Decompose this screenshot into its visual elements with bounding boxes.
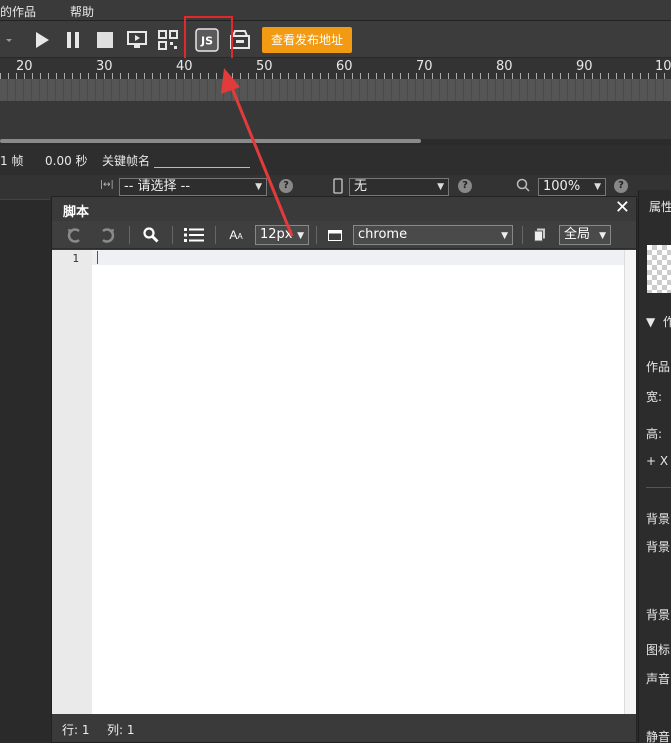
editor-status-bar: 行: 1 列: 1 [52,714,636,742]
element-select[interactable]: -- 请选择 -- ▼ [119,178,267,196]
keyframe-name-label: 关键帧名 [102,154,151,168]
ruler-mark: 50 [256,59,273,74]
panel-divider [646,487,671,488]
element-select-value: -- 请选择 -- [124,179,191,194]
height-label: 高: [646,427,663,441]
toolbar-divider [172,226,173,244]
theme-window-icon [326,225,344,245]
work-label: 作品 [646,360,671,374]
toolbar-divider [316,226,317,244]
copy-icon[interactable] [532,225,548,245]
timeline-ruler: 20 30 40 50 60 70 80 90 10 [0,58,671,79]
preview-monitor-icon[interactable] [126,29,148,51]
font-size-icon: AA [229,228,243,242]
chevron-down-icon: ▼ [501,231,508,241]
expand-x-toggle[interactable]: + X [646,454,668,468]
timeline-horizontal-scrollbar[interactable] [0,139,421,143]
ruler-mark: 30 [96,59,113,74]
dialog-title: 脚本 [63,205,90,220]
section-collapse[interactable]: ▼ 作 [646,313,671,330]
properties-tab[interactable]: 属性 [649,198,671,215]
stage-thumbnail [647,245,671,293]
keyframe-name-input[interactable] [154,167,250,168]
timeline-frames-track[interactable] [0,79,671,101]
chevron-down-icon: ▼ [297,231,304,241]
zoom-search-icon [516,178,530,195]
code-editor[interactable]: 1 [52,250,636,714]
chevron-down-icon: ▼ [599,231,606,241]
theme-value: chrome [358,227,408,242]
main-toolbar: JS 查看发布地址 [0,21,671,58]
search-icon[interactable] [140,225,162,245]
cursor-column: 列: 1 [107,723,135,737]
timeline-status-row: 1 帧 0.00 秒 关键帧名 [0,145,671,175]
toolbar-divider [129,226,130,244]
zoom-select[interactable]: 100% ▼ [538,178,606,196]
chevron-down-icon: ▼ [594,182,601,192]
dialog-titlebar[interactable]: 脚本 ✕ [52,197,636,221]
ruler-mark: 70 [416,59,433,74]
font-size-select[interactable]: 12px ▼ [255,225,309,245]
active-line [92,250,636,265]
sound-label: 声音 [646,672,671,686]
script-dialog: 脚本 ✕ AA 12px ▼ chrome ▼ 全局 ▼ 1 行: 1 列: 1 [51,196,637,743]
stop-icon[interactable] [94,29,116,51]
pause-icon[interactable] [62,29,84,51]
line-number-gutter: 1 [52,250,92,714]
dropdown-arrow-icon[interactable] [0,29,18,51]
menu-item-help[interactable]: 帮助 [70,3,94,20]
text-cursor [97,251,98,264]
font-size-value: 12px [260,227,293,242]
menu-bar: 的作品 帮助 [0,0,671,21]
background-label-2: 背景 [646,540,671,554]
ruler-mark: 10 [655,59,671,74]
ruler-mark: 60 [336,59,353,74]
background-label-3: 背景 [646,608,671,622]
list-icon[interactable] [182,225,206,245]
theme-select[interactable]: chrome ▼ [353,225,513,245]
phone-icon [333,178,343,197]
device-select-value: 无 [354,179,368,194]
editor-vertical-scrollbar[interactable] [624,250,636,714]
time-readout: 0.00 秒 [45,154,88,168]
device-select[interactable]: 无 ▼ [349,178,449,196]
chevron-down-icon: ▼ [437,182,444,192]
ruler-mark: 90 [576,59,593,74]
toolbar-divider [522,226,523,244]
timeline-layer-area [0,101,671,139]
icon-label: 图标 [646,643,671,657]
menu-item-works[interactable]: 的作品 [0,3,36,20]
ruler-mark: 80 [496,59,513,74]
qr-code-icon[interactable] [157,29,179,51]
mute-label: 静音 [646,730,671,743]
help-icon[interactable]: ? [458,179,472,193]
scope-value: 全局 [564,227,591,242]
toolbar-divider [215,226,216,244]
zoom-select-value: 100% [543,179,581,194]
right-properties-panel: 属性 ▼ 作 作品 宽: 高: + X 背景 背景 背景 图标 声音 静音 [638,190,671,743]
scope-select[interactable]: 全局 ▼ [559,225,611,245]
chevron-down-icon: ▼ [255,182,262,192]
redo-icon[interactable] [96,225,118,245]
undo-icon[interactable] [64,225,86,245]
help-icon[interactable]: ? [279,179,293,193]
close-icon[interactable]: ✕ [615,197,630,218]
cursor-row: 行: 1 [62,723,90,737]
view-publish-url-button[interactable]: 查看发布地址 [262,27,352,53]
script-toolbar: AA 12px ▼ chrome ▼ 全局 ▼ [52,221,636,249]
background-label-1: 背景 [646,512,671,526]
play-icon[interactable] [30,29,52,51]
help-icon[interactable]: ? [614,179,628,193]
ruler-mark: 40 [176,59,193,74]
frame-count: 1 帧 [0,154,24,168]
left-panel [0,199,50,743]
width-label: 宽: [646,390,663,404]
ruler-mark: 20 [16,59,33,74]
js-icon-highlight [184,16,233,64]
section-title: 作 [662,315,671,329]
width-arrows-icon: |↔| [100,180,114,190]
line-number: 1 [72,252,79,265]
